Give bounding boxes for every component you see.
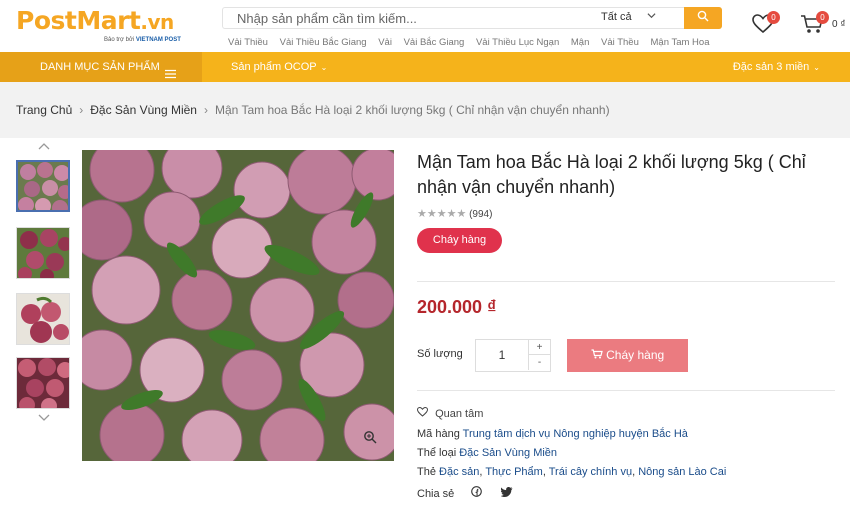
share-label: Chia sẻ: [417, 488, 455, 500]
stock-status-badge: Cháy hàng: [417, 228, 502, 253]
cart-count-badge: 0: [816, 11, 829, 24]
search-bar: Tất cả: [222, 7, 722, 29]
zoom-icon[interactable]: [363, 430, 377, 449]
chevron-down-icon[interactable]: [647, 11, 656, 23]
heart-icon: [416, 406, 431, 420]
breadcrumb-home[interactable]: Trang Chủ: [16, 103, 72, 117]
wishlist-button[interactable]: 0: [752, 11, 780, 39]
quantity-increase-button[interactable]: +: [528, 340, 550, 355]
buy-button-label: Cháy hàng: [606, 348, 665, 362]
thumbnail-down-arrow[interactable]: [38, 413, 50, 425]
tags-label: Thẻ: [417, 466, 436, 478]
keyword-link[interactable]: Mận: [571, 37, 589, 48]
cart-icon: [591, 348, 606, 362]
divider: [417, 281, 835, 282]
chevron-down-icon: ⌄: [813, 63, 820, 72]
keyword-link[interactable]: Vải Thều: [601, 37, 639, 48]
buy-button[interactable]: Cháy hàng: [567, 339, 688, 372]
category-value-link[interactable]: Đặc Sản Vùng Miền: [459, 447, 557, 459]
keyword-link[interactable]: Vải Thiều: [228, 37, 268, 48]
chevron-right-icon: ›: [203, 103, 208, 117]
wishlist-count-badge: 0: [767, 11, 780, 24]
product-title: Mận Tam hoa Bắc Hà loại 2 khối lượng 5kg…: [417, 152, 806, 197]
breadcrumb-current: Mận Tam hoa Bắc Hà loại 2 khối lượng 5kg…: [214, 103, 610, 117]
quantity-decrease-button[interactable]: -: [528, 355, 550, 370]
site-header: PostMart.vn Bảo trợ bởi VIETNAM POST Tất…: [0, 0, 850, 52]
keyword-link[interactable]: Vải Thiều Lục Ngạn: [476, 37, 559, 48]
tag-link[interactable]: Trái cây chính vụ: [549, 466, 632, 478]
quantity-input[interactable]: 1: [476, 340, 528, 371]
quantity-stepper: 1 + -: [475, 339, 551, 372]
cart-total: 0 ₫: [832, 19, 846, 30]
category-label: Thể loại: [417, 447, 457, 459]
nav-regional-menu[interactable]: Đặc sản 3 miền ⌄: [733, 52, 820, 83]
product-thumbnail[interactable]: [16, 227, 70, 279]
sku-value-link[interactable]: Trung tâm dịch vụ Nông nghiệp huyện Bắc …: [463, 428, 688, 440]
star-rating-icon: ★★★★★: [417, 208, 467, 220]
tag-link[interactable]: Thực Phẩm: [485, 466, 543, 478]
keyword-link[interactable]: Mận Tam Hoa: [651, 37, 710, 48]
twitter-icon[interactable]: [501, 487, 513, 500]
favorite-label: Quan tâm: [435, 408, 484, 420]
popular-keywords: Vải Thiều Vải Thiều Bắc Giang Vải Vải Bắ…: [228, 37, 718, 48]
logo-subtitle: Bảo trợ bởi VIETNAM POST: [104, 37, 181, 43]
share-row: Chia sẻ: [417, 486, 513, 500]
sku-label: Mã hàng: [417, 428, 460, 440]
quantity-label: Số lượng: [417, 348, 463, 360]
search-button[interactable]: [684, 7, 722, 29]
logo-main-text: PostMart: [16, 6, 141, 35]
product-main-image[interactable]: [82, 150, 394, 461]
category-menu-button[interactable]: DANH MỤC SẢN PHẨM: [0, 52, 202, 82]
product-thumbnail[interactable]: [16, 160, 70, 212]
keyword-link[interactable]: Vải Thiều Bắc Giang: [280, 37, 367, 48]
product-price: 200.000 ₫: [417, 297, 497, 317]
main-navbar: DANH MỤC SẢN PHẨM Sản phẩm OCOP ⌄ Đặc sản…: [0, 52, 850, 82]
category-row: Thể loại Đặc Sản Vùng Miền: [417, 447, 557, 459]
thumbnail-up-arrow[interactable]: [38, 141, 50, 153]
review-count[interactable]: (994): [469, 209, 492, 220]
product-thumbnail[interactable]: [16, 357, 70, 409]
keyword-link[interactable]: Vải: [378, 37, 392, 48]
tag-link[interactable]: Đặc sản: [439, 466, 479, 478]
divider: [417, 390, 835, 391]
breadcrumb-bar: Trang Chủ › Đặc Sản Vùng Miền › Mận Tam hoa …: [0, 82, 850, 138]
nav-regional-label: Đặc sản 3 miền: [732, 61, 810, 73]
breadcrumb-category[interactable]: Đặc Sản Vùng Miền: [90, 103, 197, 117]
search-category-select[interactable]: Tất cả: [601, 11, 632, 23]
product-rating: ★★★★★ (994): [417, 207, 492, 220]
favorite-button[interactable]: Quan tâm: [416, 406, 484, 420]
facebook-icon[interactable]: [471, 486, 485, 500]
cart-button[interactable]: 0: [800, 11, 829, 39]
category-menu-label: DANH MỤC SẢN PHẨM: [40, 61, 160, 73]
nav-ocop-menu[interactable]: Sản phẩm OCOP ⌄: [231, 52, 327, 83]
search-icon: [697, 9, 709, 27]
tag-link[interactable]: Nông sản Lào Cai: [638, 466, 726, 478]
search-input[interactable]: [223, 8, 583, 28]
logo-vn-text: .vn: [140, 10, 174, 34]
keyword-link[interactable]: Vải Bắc Giang: [404, 37, 465, 48]
chevron-right-icon: ›: [79, 103, 84, 117]
product-thumbnail[interactable]: [16, 293, 70, 345]
nav-ocop-label: Sản phẩm OCOP: [231, 61, 317, 73]
postmart-logo[interactable]: PostMart.vn Bảo trợ bởi VIETNAM POST: [16, 6, 191, 46]
tags-row: Thẻ Đặc sản, Thực Phẩm, Trái cây chính v…: [417, 466, 727, 478]
breadcrumb: Trang Chủ › Đặc Sản Vùng Miền › Mận Tam hoa …: [16, 103, 610, 117]
sku-row: Mã hàng Trung tâm dịch vụ Nông nghiệp hu…: [417, 428, 688, 440]
chevron-down-icon: ⌄: [320, 63, 328, 72]
